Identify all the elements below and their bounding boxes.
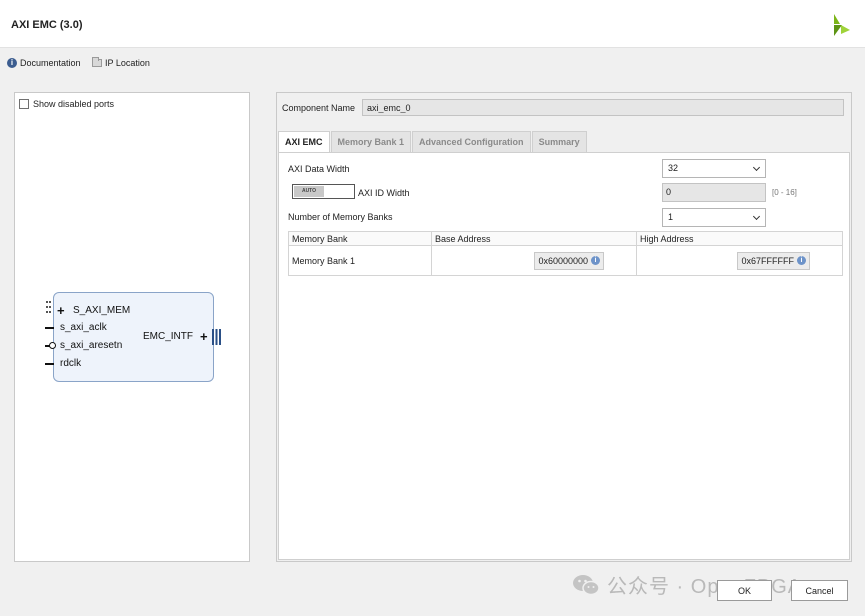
axi-data-width-value: 32 xyxy=(668,163,679,173)
title-bar: AXI EMC (3.0) xyxy=(0,0,865,48)
table-header-row: Memory Bank Base Address High Address xyxy=(288,231,843,246)
chevron-down-icon xyxy=(752,163,761,172)
ip-location-label: IP Location xyxy=(105,58,150,68)
memory-bank-table: Memory Bank Base Address High Address Me… xyxy=(288,231,843,276)
expand-plus-icon[interactable]: + xyxy=(57,304,65,317)
header-memory-bank: Memory Bank xyxy=(288,231,432,246)
component-name-input[interactable] xyxy=(362,99,844,116)
axi-id-width-range: [0 - 16] xyxy=(772,188,797,197)
chevron-down-icon xyxy=(752,212,761,221)
show-disabled-ports-checkbox[interactable]: Show disabled ports xyxy=(19,99,114,109)
clock-pin-icon xyxy=(45,327,54,329)
tab-axi-emc[interactable]: AXI EMC xyxy=(278,131,330,152)
base-address-input[interactable]: 0x60000000 i xyxy=(534,251,604,270)
component-name-label: Component Name xyxy=(282,103,356,113)
header-high-address: High Address xyxy=(636,231,843,246)
base-address-cell: 0x60000000 i xyxy=(431,245,637,276)
axi-emc-tab-content: AXI Data Width 32 AUTO AXI ID Width 0 [0… xyxy=(278,152,850,560)
table-row: Memory Bank 1 0x60000000 i 0x67FFFFFF i xyxy=(288,245,843,276)
port-emc-intf: EMC_INTF xyxy=(143,331,193,342)
memory-bank-name: Memory Bank 1 xyxy=(288,245,432,276)
show-disabled-ports-label: Show disabled ports xyxy=(33,99,115,109)
tab-advanced-configuration[interactable]: Advanced Configuration xyxy=(412,131,531,152)
tab-memory-bank-1[interactable]: Memory Bank 1 xyxy=(330,131,412,152)
axi-id-width-auto-toggle[interactable]: AUTO xyxy=(292,184,355,199)
axi-data-width-label: AXI Data Width xyxy=(288,164,350,174)
watermark-text: 公众号 · OpenFPGA xyxy=(607,576,803,598)
ok-button[interactable]: OK xyxy=(717,580,772,601)
number-of-memory-banks-value: 1 xyxy=(668,212,674,222)
tab-summary[interactable]: Summary xyxy=(531,131,587,152)
axi-id-width-label: AXI ID Width xyxy=(358,188,410,198)
expand-plus-icon-right[interactable]: + xyxy=(200,330,208,343)
rdclk-pin-icon xyxy=(45,363,54,365)
number-of-memory-banks-select[interactable]: 1 xyxy=(662,208,766,227)
high-address-value: 0x67FFFFFF xyxy=(741,255,794,266)
header-base-address: Base Address xyxy=(431,231,637,246)
cancel-button[interactable]: Cancel xyxy=(791,580,848,601)
bus-interface-icon xyxy=(46,301,51,313)
config-panel: Component Name AXI EMC Memory Bank 1 Adv… xyxy=(276,92,852,562)
reset-bubble-icon xyxy=(49,342,56,349)
axi-id-width-input[interactable]: 0 xyxy=(662,183,766,202)
ip-location-link[interactable]: IP Location xyxy=(92,57,150,68)
high-address-cell: 0x67FFFFFF i xyxy=(636,245,843,276)
port-s-axi-mem: S_AXI_MEM xyxy=(73,305,131,316)
link-bar: i Documentation IP Location xyxy=(0,48,865,78)
wechat-icon xyxy=(573,574,600,595)
axi-data-width-select[interactable]: 32 xyxy=(662,159,766,178)
high-address-input[interactable]: 0x67FFFFFF i xyxy=(737,251,810,270)
auto-toggle-knob: AUTO xyxy=(294,186,324,197)
base-address-value: 0x60000000 xyxy=(538,255,588,266)
info-icon[interactable]: i xyxy=(591,256,600,265)
checkbox-box[interactable] xyxy=(19,99,29,109)
symbol-panel: Show disabled ports + S_AXI_MEM s_axi_ac… xyxy=(14,92,250,562)
xilinx-logo-icon xyxy=(834,14,850,36)
bus-bar-icon xyxy=(212,329,221,345)
info-icon: i xyxy=(7,58,17,68)
port-rdclk: rdclk xyxy=(60,358,82,369)
info-icon[interactable]: i xyxy=(797,256,806,265)
ip-block-symbol: + S_AXI_MEM s_axi_aclk s_axi_aresetn rdc… xyxy=(45,292,221,382)
documentation-label: Documentation xyxy=(20,58,81,68)
port-s-axi-aclk: s_axi_aclk xyxy=(60,322,107,333)
number-of-memory-banks-label: Number of Memory Banks xyxy=(288,212,393,222)
folder-icon xyxy=(92,57,102,67)
tab-bar: AXI EMC Memory Bank 1 Advanced Configura… xyxy=(278,131,588,152)
port-s-axi-aresetn: s_axi_aresetn xyxy=(60,340,123,351)
documentation-link[interactable]: i Documentation xyxy=(7,58,81,68)
window-title: AXI EMC (3.0) xyxy=(11,19,83,31)
